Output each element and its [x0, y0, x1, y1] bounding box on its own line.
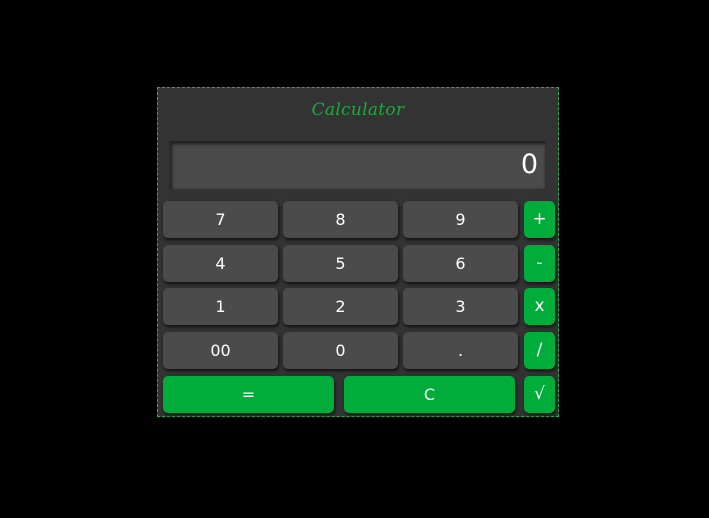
key-6[interactable]: 6: [403, 245, 518, 282]
key-00[interactable]: 00: [163, 332, 278, 369]
calculator-panel: Calculator 0 7 8 9 + 4 5 6 - 1 2 3 x 00 …: [157, 87, 559, 417]
key-9[interactable]: 9: [403, 201, 518, 238]
key-3[interactable]: 3: [403, 288, 518, 325]
equals-button[interactable]: =: [163, 376, 334, 413]
key-0[interactable]: 0: [283, 332, 398, 369]
multiply-button[interactable]: x: [524, 288, 555, 325]
subtract-button[interactable]: -: [524, 245, 555, 282]
square-root-button[interactable]: √: [524, 376, 555, 413]
key-7[interactable]: 7: [163, 201, 278, 238]
key-1[interactable]: 1: [163, 288, 278, 325]
key-5[interactable]: 5: [283, 245, 398, 282]
key-4[interactable]: 4: [163, 245, 278, 282]
result-display: 0: [169, 141, 545, 189]
calculator-title: Calculator: [311, 100, 405, 120]
key-8[interactable]: 8: [283, 201, 398, 238]
add-button[interactable]: +: [524, 201, 555, 238]
divide-button[interactable]: /: [524, 332, 555, 369]
clear-button[interactable]: C: [344, 376, 515, 413]
decimal-point-button[interactable]: .: [403, 332, 518, 369]
key-2[interactable]: 2: [283, 288, 398, 325]
